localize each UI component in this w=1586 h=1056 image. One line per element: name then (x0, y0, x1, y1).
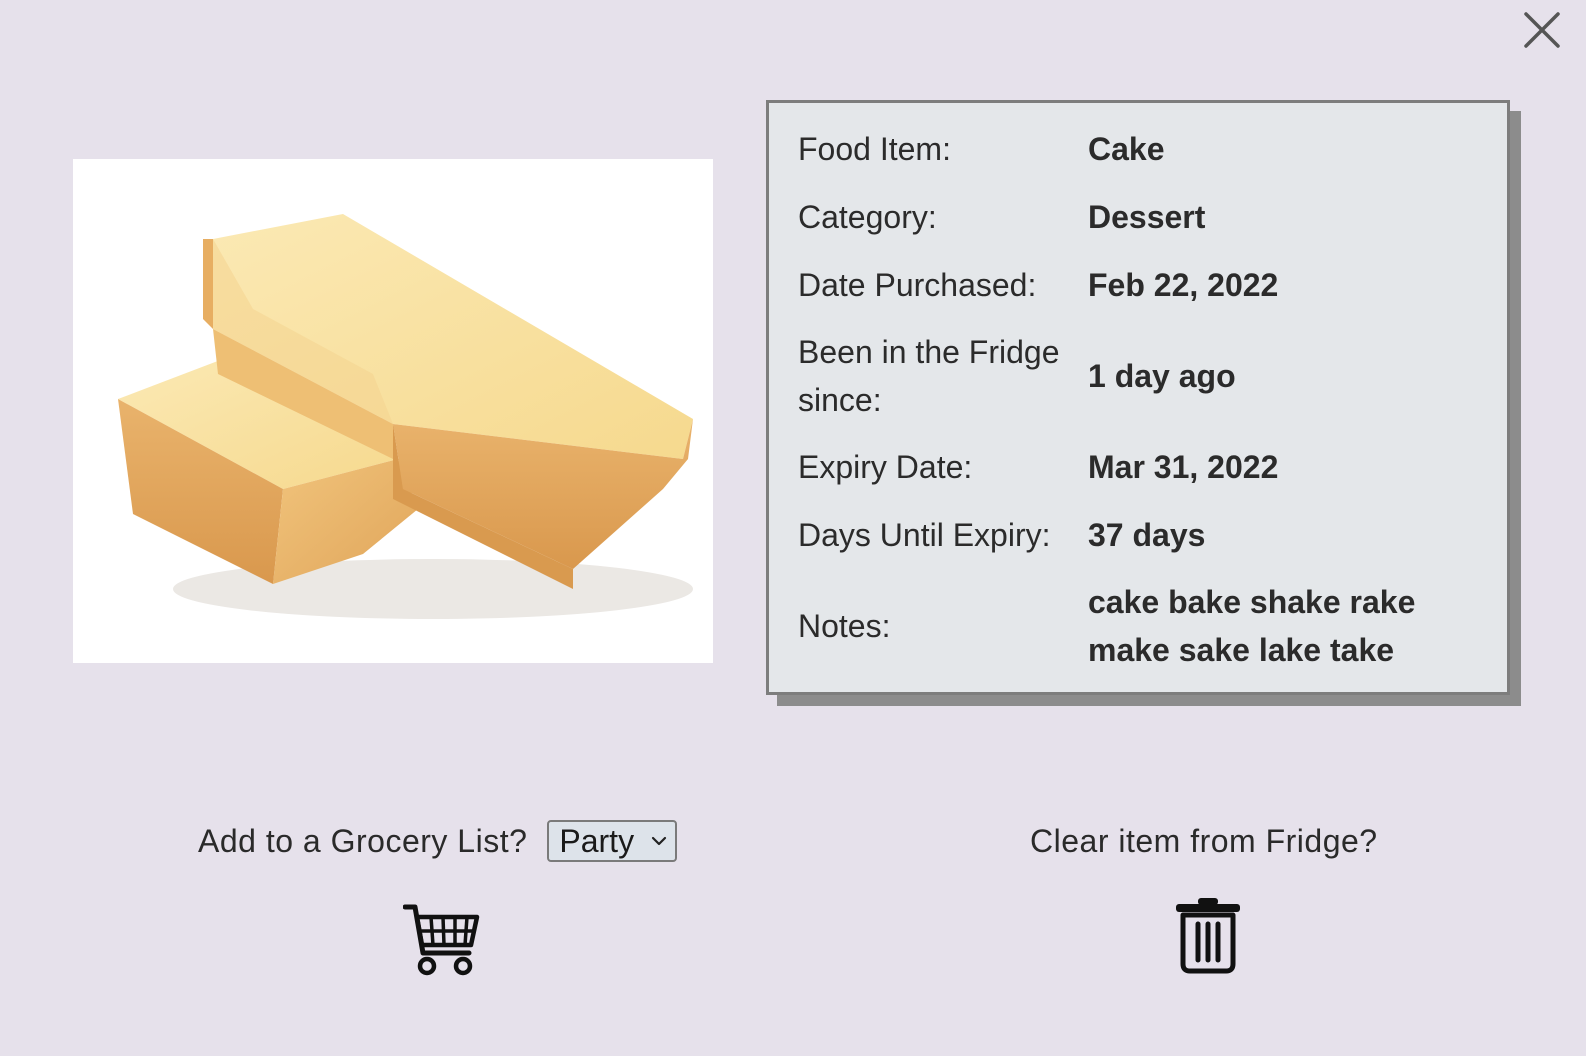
detail-label: Expiry Date: (798, 449, 973, 485)
detail-label: Been in the Fridge since: (798, 334, 1060, 418)
detail-value: Cake (1088, 131, 1165, 167)
shopping-cart-icon (403, 904, 480, 976)
detail-value: Feb 22, 2022 (1088, 267, 1279, 303)
food-image (73, 159, 713, 663)
detail-value: Mar 31, 2022 (1088, 449, 1279, 485)
add-to-grocery-list-button[interactable] (403, 903, 481, 977)
detail-row-fridge-since: Been in the Fridge since: 1 day ago (798, 319, 1488, 433)
detail-value: 37 days (1088, 517, 1206, 553)
grocery-list-label: Add to a Grocery List? (198, 822, 528, 859)
cake-photo (118, 214, 693, 619)
detail-label: Category: (798, 199, 937, 235)
detail-row-food-item: Food Item: Cake (798, 115, 1488, 183)
close-icon (1524, 12, 1560, 48)
detail-row-category: Category: Dessert (798, 183, 1488, 251)
clear-item-label: Clear item from Fridge? (1030, 822, 1378, 859)
detail-label: Date Purchased: (798, 267, 1037, 303)
detail-label: Food Item: (798, 131, 951, 167)
chevron-down-icon (652, 836, 667, 846)
detail-row-date-purchased: Date Purchased: Feb 22, 2022 (798, 251, 1488, 319)
clear-item-button[interactable] (1174, 896, 1242, 974)
food-details-table: Food Item: Cake Category: Dessert Date P… (798, 115, 1488, 683)
detail-value: 1 day ago (1088, 358, 1236, 394)
detail-row-expiry-date: Expiry Date: Mar 31, 2022 (798, 433, 1488, 501)
close-button[interactable] (1522, 10, 1562, 50)
detail-row-notes: Notes: cake bake shake rake make sake la… (798, 569, 1488, 683)
food-details-card: Food Item: Cake Category: Dessert Date P… (766, 100, 1510, 695)
grocery-list-selected: Party (559, 822, 635, 859)
detail-value: cake bake shake rake make sake lake take (1088, 584, 1416, 668)
grocery-list-select[interactable]: Party (547, 820, 678, 862)
detail-row-days-until-expiry: Days Until Expiry: 37 days (798, 501, 1488, 569)
detail-label: Days Until Expiry: (798, 517, 1051, 553)
trash-icon (1176, 898, 1240, 974)
detail-value: Dessert (1088, 199, 1206, 235)
detail-label: Notes: (798, 608, 891, 644)
grocery-list-prompt: Add to a Grocery List? Party (198, 818, 678, 864)
